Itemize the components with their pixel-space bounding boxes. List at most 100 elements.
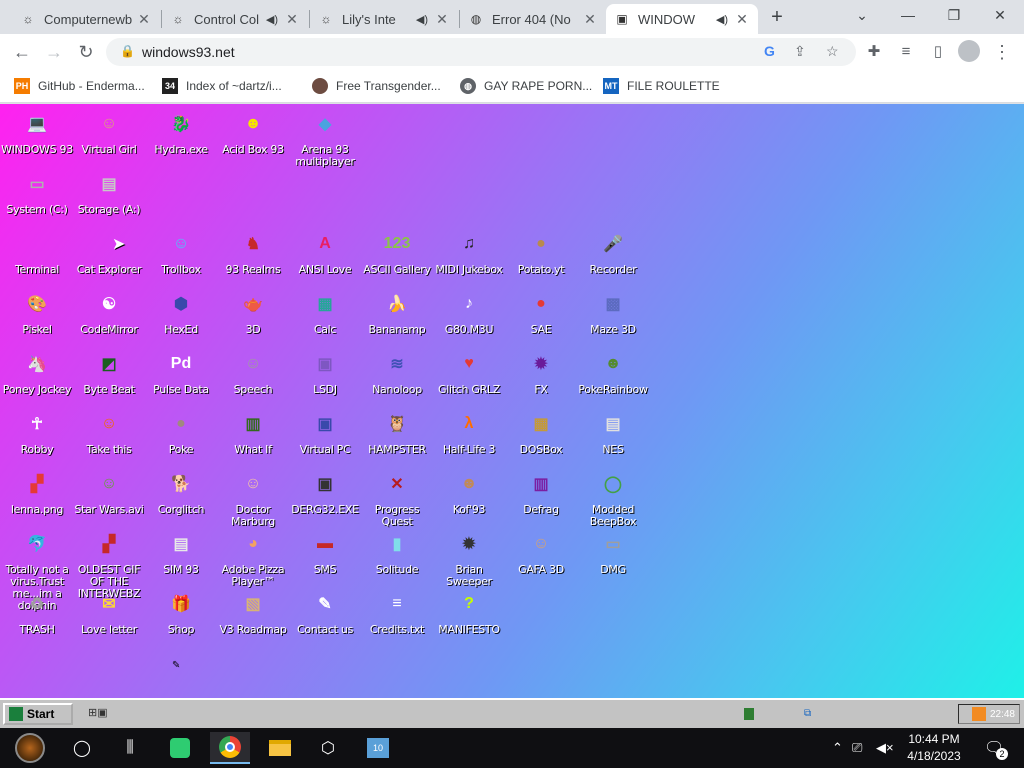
- desktop-icon[interactable]: ▭ DMG: [576, 528, 650, 576]
- desktop-icon[interactable]: ◆ Arena 93 multiplayer: [288, 108, 362, 168]
- show-hidden-icons-chevron-icon[interactable]: ⌃: [832, 740, 843, 756]
- w93-tray-network-icon[interactable]: ⧉: [804, 708, 811, 719]
- desktop-icon[interactable]: 🫖 3D: [216, 288, 290, 336]
- desktop-icon[interactable]: 🐉 Hydra.exe: [144, 108, 218, 156]
- bookmark-item[interactable]: MT FILE ROULETTE: [603, 77, 720, 95]
- desktop-icon[interactable]: ▤ Storage (A:): [72, 168, 146, 216]
- desktop-icon[interactable]: 💻 WINDOWS 93: [0, 108, 74, 156]
- desktop-icon[interactable]: ✹ FX: [504, 348, 578, 396]
- desktop-icon[interactable]: 🦉 HAMPSTER: [360, 408, 434, 456]
- tab-0[interactable]: ☼ Computernewb ✕: [12, 4, 160, 34]
- desktop-icon[interactable]: 🎁 Shop: [144, 588, 218, 636]
- start-orb-icon[interactable]: [10, 732, 50, 764]
- desktop-icon[interactable]: 🍌 Bananamp: [360, 288, 434, 336]
- desktop-icon[interactable]: ▦ DOSBox: [504, 408, 578, 456]
- desktop-icon[interactable]: ♫ MIDI Jukebox: [432, 228, 506, 276]
- desktop-icon[interactable]: ▞ lenna.png: [0, 468, 74, 516]
- close-window-icon[interactable]: ✕: [978, 4, 1022, 26]
- desktop-icon[interactable]: ☺ Star Wars.avi: [72, 468, 146, 516]
- desktop-icon[interactable]: ♻ TRASH: [0, 588, 74, 636]
- desktop-icon[interactable]: ☺ Trollbox: [144, 228, 218, 276]
- desktop-icon[interactable]: ✉ Love letter: [72, 588, 146, 636]
- desktop-icon[interactable]: ◯ Modded BeepBox: [576, 468, 650, 528]
- winver-app-icon[interactable]: 10: [358, 732, 398, 764]
- profile-avatar[interactable]: [958, 40, 980, 62]
- network-icon[interactable]: ⎚: [852, 740, 862, 756]
- media-control-icon[interactable]: ≡: [894, 40, 918, 64]
- desktop-icon[interactable]: ▦ Calc: [288, 288, 362, 336]
- tab-4-active[interactable]: ▣ WINDOW ◀) ✕: [606, 4, 758, 34]
- google-lens-icon[interactable]: G: [764, 43, 775, 59]
- desktop-icon[interactable]: ☺ Take this: [72, 408, 146, 456]
- desktop-icon[interactable]: ▣ DERG32.EXE: [288, 468, 362, 516]
- desktop-icon[interactable]: ☻ Acid Box 93: [216, 108, 290, 156]
- desktop-icon[interactable]: ▤ SIM 93: [144, 528, 218, 576]
- tab-search-chevron-icon[interactable]: ⌄: [840, 4, 884, 26]
- desktop-icon[interactable]: 🦄 Poney Jockey: [0, 348, 74, 396]
- w93-taskbar-app-icon[interactable]: ⊞▣: [88, 706, 114, 720]
- desktop-icon[interactable]: A ANSI Love: [288, 228, 362, 276]
- desktop-icon[interactable]: ▧ V3 Roadmap: [216, 588, 290, 636]
- tab-1[interactable]: ☼ Control Col ◀) ✕: [162, 4, 308, 34]
- more-menu-icon[interactable]: ⋮: [990, 40, 1014, 64]
- url-text[interactable]: windows93.net: [142, 44, 235, 60]
- rss-icon[interactable]: [971, 707, 986, 721]
- bookmark-item[interactable]: Free Transgender...: [312, 77, 441, 95]
- desktop-icon[interactable]: Terminal: [0, 228, 74, 276]
- close-icon[interactable]: ✕: [734, 11, 750, 28]
- desktop-icon[interactable]: ▮ Solitude: [360, 528, 434, 576]
- desktop-icon[interactable]: ≋ Nanoloop: [360, 348, 434, 396]
- desktop-icon[interactable]: 🎨 Piskel: [0, 288, 74, 336]
- desktop-icon[interactable]: ♞ 93 Realms: [216, 228, 290, 276]
- desktop-icon[interactable]: ▥ Defrag: [504, 468, 578, 516]
- back-icon[interactable]: ←: [10, 40, 34, 64]
- desktop-icon[interactable]: ✎ Contact us: [288, 588, 362, 636]
- bookmark-item[interactable]: 34 Index of ~dartz/i...: [162, 77, 282, 95]
- desktop-icon[interactable]: ☺ Virtual Girl: [72, 108, 146, 156]
- desktop-icon[interactable]: ✹ Brian Sweeper: [432, 528, 506, 588]
- desktop-icon[interactable]: ◕ Adobe Pizza Player™: [216, 528, 290, 588]
- desktop-icon[interactable]: Cat Explorer: [72, 228, 146, 276]
- address-bar[interactable]: 🔒 windows93.net G ⇪ ☆: [106, 38, 856, 66]
- desktop-icon[interactable]: ☯ CodeMirror: [72, 288, 146, 336]
- close-icon[interactable]: ✕: [284, 11, 300, 28]
- reload-icon[interactable]: ↻: [74, 40, 98, 64]
- new-tab-button[interactable]: +: [766, 6, 788, 28]
- desktop-icon[interactable]: ☺ GAFA 3D: [504, 528, 578, 576]
- task-view-icon[interactable]: ⫼: [110, 732, 150, 764]
- desktop-icon[interactable]: ▭ System (C:): [0, 168, 74, 216]
- lock-icon[interactable]: 🔒: [120, 44, 135, 58]
- desktop-icon[interactable]: ▬ SMS: [288, 528, 362, 576]
- bookmark-item[interactable]: PH GitHub - Enderma...: [14, 77, 145, 95]
- desktop-icon[interactable]: ☺ Doctor Marburg: [216, 468, 290, 528]
- desktop-icon[interactable]: 🐕 Corglitch: [144, 468, 218, 516]
- desktop-icon[interactable]: 123 ASCII Gallery: [360, 228, 434, 276]
- extensions-icon[interactable]: ✚: [862, 40, 886, 64]
- desktop-icon[interactable]: ▣ Virtual PC: [288, 408, 362, 456]
- minimize-icon[interactable]: —: [886, 4, 930, 26]
- volume-muted-icon[interactable]: ◀×: [876, 740, 894, 756]
- desktop-icon[interactable]: ? MANIFESTO: [432, 588, 506, 636]
- virtualbox-icon[interactable]: ⬡: [308, 732, 348, 764]
- desktop-icon[interactable]: ⬢ HexEd: [144, 288, 218, 336]
- forward-icon[interactable]: →: [42, 40, 66, 64]
- system-clock[interactable]: 10:44 PM 4/18/2023: [898, 731, 970, 765]
- desktop-icon[interactable]: λ Half-Life 3: [432, 408, 506, 456]
- desktop-icon[interactable]: ≡ Credits.txt: [360, 588, 434, 636]
- share-icon[interactable]: ⇪: [794, 43, 806, 60]
- desktop-icon[interactable]: ☻ Kof'93: [432, 468, 506, 516]
- speaker-icon[interactable]: ◀): [716, 13, 728, 26]
- desktop-icon[interactable]: ☥ Robby: [0, 408, 74, 456]
- chrome-icon[interactable]: [210, 732, 250, 764]
- w93-start-button[interactable]: Start: [3, 703, 73, 725]
- desktop-icon[interactable]: ✕ Progress Quest: [360, 468, 434, 528]
- desktop-icon[interactable]: ♪ G80.M3U: [432, 288, 506, 336]
- desktop-icon[interactable]: ▣ LSDJ: [288, 348, 362, 396]
- close-icon[interactable]: ✕: [136, 11, 152, 28]
- bookmark-star-icon[interactable]: ☆: [826, 43, 839, 60]
- file-explorer-icon[interactable]: [260, 732, 300, 764]
- desktop-icon[interactable]: ♥ Glitch GRLZ: [432, 348, 506, 396]
- speaker-icon[interactable]: ◀): [416, 13, 428, 26]
- notes-app-icon[interactable]: [160, 732, 200, 764]
- desktop-icon[interactable]: ☻ PokeRainbow: [576, 348, 650, 396]
